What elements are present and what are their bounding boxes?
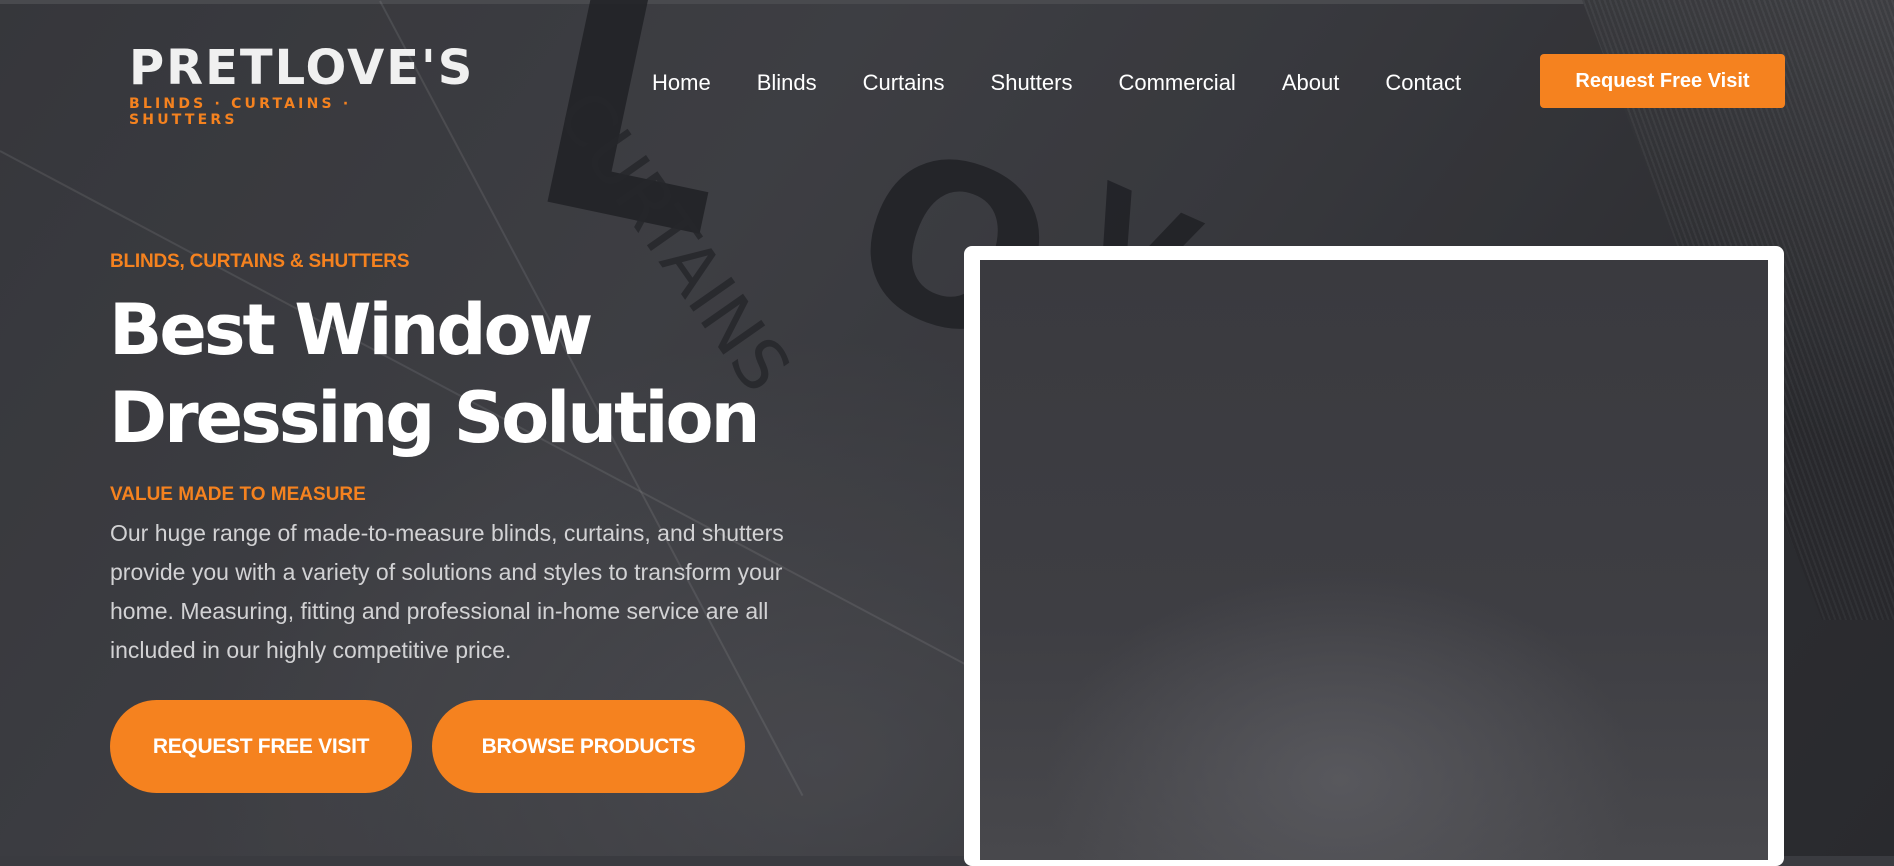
nav-item-contact[interactable]: Contact — [1385, 70, 1461, 96]
main-nav: Home Blinds Curtains Shutters Commercial… — [652, 70, 1507, 96]
nav-item-curtains[interactable]: Curtains — [863, 70, 945, 96]
hero-media-frame — [964, 246, 1784, 866]
hero-description: Our huge range of made-to-measure blinds… — [110, 520, 784, 663]
nav-item-about[interactable]: About — [1282, 70, 1340, 96]
hero-video[interactable] — [980, 260, 1768, 860]
brand-name: PRETLOVE'S — [129, 40, 475, 96]
hero-headline: Best Window Dressing Solution — [109, 286, 829, 462]
browse-products-button[interactable]: BROWSE PRODUCTS — [432, 700, 745, 793]
hero-eyebrow: BLINDS, CURTAINS & SHUTTERS — [110, 251, 410, 272]
nav-item-commercial[interactable]: Commercial — [1118, 70, 1235, 96]
nav-item-shutters[interactable]: Shutters — [991, 70, 1073, 96]
brand-tagline: BLINDS · CURTAINS · SHUTTERS — [129, 96, 352, 128]
hero-headline-line2: Dressing Solution — [109, 377, 760, 459]
request-free-visit-hero-button[interactable]: REQUEST FREE VISIT — [110, 700, 412, 793]
hero-headline-line1: Best Window — [109, 289, 593, 371]
hero-subhead: VALUE MADE TO MEASURE — [110, 484, 366, 505]
brand-logo[interactable]: PRETLOVE'S BLINDS · CURTAINS · SHUTTERS — [129, 40, 475, 128]
request-free-visit-button[interactable]: Request Free Visit — [1540, 54, 1785, 108]
nav-item-home[interactable]: Home — [652, 70, 711, 96]
nav-item-blinds[interactable]: Blinds — [757, 70, 817, 96]
